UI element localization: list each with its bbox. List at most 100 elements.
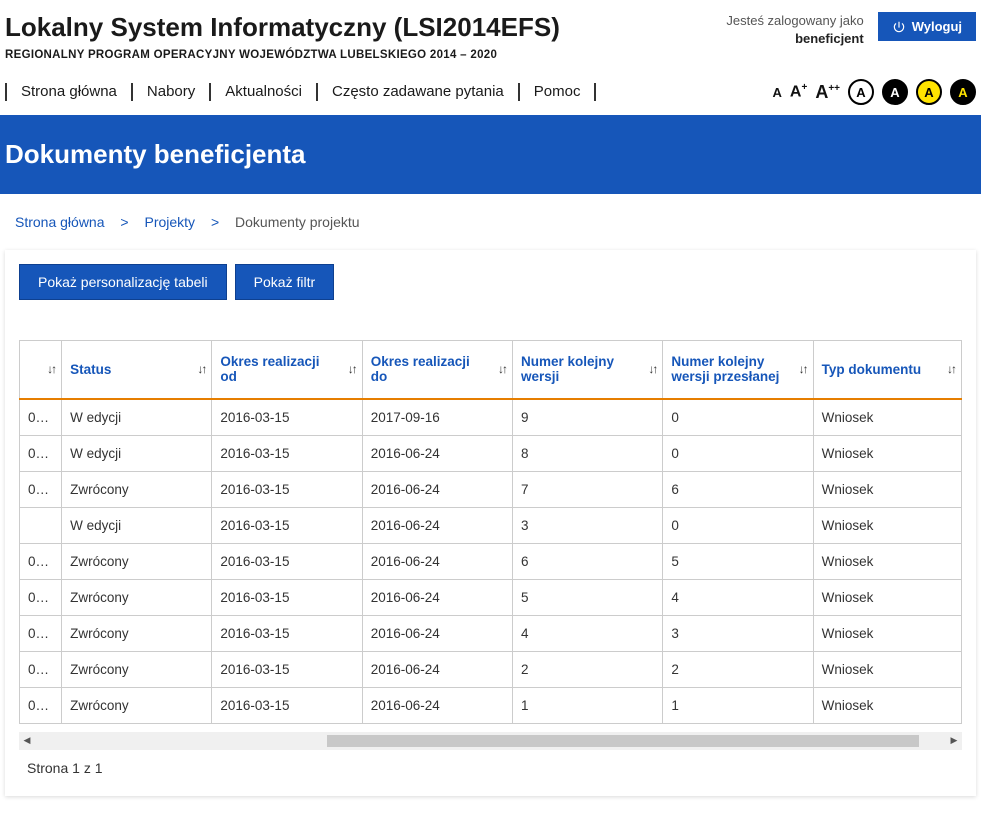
table-cell: 5 bbox=[513, 579, 663, 615]
table-cell: 010... bbox=[20, 687, 62, 723]
content-box: Pokaż personalizację tabeli Pokaż filtr … bbox=[5, 250, 976, 796]
table-cell: 9 bbox=[513, 399, 663, 436]
logged-in-label: Jesteś zalogowany jako bbox=[726, 13, 863, 28]
nav-pomoc[interactable]: Pomoc bbox=[518, 83, 597, 101]
col-header-do[interactable]: Okres realizacji do↓↑ bbox=[362, 341, 512, 399]
scroll-left-icon[interactable]: ◀ bbox=[19, 733, 35, 749]
table-cell: 0 bbox=[663, 399, 813, 436]
user-role: beneficjent bbox=[795, 31, 864, 46]
font-size-normal[interactable]: A bbox=[773, 85, 782, 100]
horizontal-scrollbar[interactable]: ◀ ▶ bbox=[19, 732, 962, 750]
col-header-nkwp[interactable]: Numer kolejny wersji przesłanej↓↑ bbox=[663, 341, 813, 399]
table-cell: 2016-06-24 bbox=[362, 435, 512, 471]
table-cell: 2016-03-15 bbox=[212, 687, 362, 723]
breadcrumb-sep: > bbox=[120, 214, 128, 230]
table-cell: W edycji bbox=[62, 435, 212, 471]
table-cell: 2016-06-24 bbox=[362, 687, 512, 723]
table-row[interactable]: 010...W edycji2016-03-152016-06-2480Wnio… bbox=[20, 435, 962, 471]
table-cell: 2016-03-15 bbox=[212, 471, 362, 507]
table-row[interactable]: 010...Zwrócony2016-03-152016-06-2443Wnio… bbox=[20, 615, 962, 651]
table-cell: 2 bbox=[513, 651, 663, 687]
table-cell: Zwrócony bbox=[62, 651, 212, 687]
table-cell: 3 bbox=[663, 615, 813, 651]
table-cell: 3 bbox=[513, 507, 663, 543]
table-cell: Wniosek bbox=[813, 543, 961, 579]
font-size-large[interactable]: A+ bbox=[790, 82, 807, 101]
col-header-typ[interactable]: Typ dokumentu↓↑ bbox=[813, 341, 961, 399]
table-cell: 2016-06-24 bbox=[362, 471, 512, 507]
nav-nabory[interactable]: Nabory bbox=[131, 83, 209, 101]
nav-home[interactable]: Strona główna bbox=[5, 83, 131, 101]
table-cell: 010... bbox=[20, 651, 62, 687]
table-row[interactable]: 010...Zwrócony2016-03-152016-06-2411Wnio… bbox=[20, 687, 962, 723]
table-cell: 010... bbox=[20, 615, 62, 651]
table-cell: Zwrócony bbox=[62, 579, 212, 615]
col-header-od[interactable]: Okres realizacji od↓↑ bbox=[212, 341, 362, 399]
scroll-track[interactable] bbox=[35, 733, 946, 749]
table-cell: 2016-03-15 bbox=[212, 543, 362, 579]
table-cell: 2016-03-15 bbox=[212, 435, 362, 471]
table-cell: Zwrócony bbox=[62, 687, 212, 723]
site-title: Lokalny System Informatyczny (LSI2014EFS… bbox=[5, 12, 560, 43]
table-cell: Wniosek bbox=[813, 615, 961, 651]
breadcrumb-home[interactable]: Strona główna bbox=[15, 214, 105, 230]
table-cell: 2016-03-15 bbox=[212, 399, 362, 436]
table-row[interactable]: 010...Zwrócony2016-03-152016-06-2476Wnio… bbox=[20, 471, 962, 507]
personalize-table-button[interactable]: Pokaż personalizację tabeli bbox=[19, 264, 227, 300]
contrast-black[interactable]: A bbox=[882, 79, 908, 105]
table-row[interactable]: 010...Zwrócony2016-03-152016-06-2422Wnio… bbox=[20, 651, 962, 687]
contrast-normal[interactable]: A bbox=[848, 79, 874, 105]
breadcrumb-sep: > bbox=[211, 214, 219, 230]
contrast-dark-yellow[interactable]: A bbox=[950, 79, 976, 105]
table-cell: 0 bbox=[663, 435, 813, 471]
font-size-xlarge[interactable]: A++ bbox=[815, 82, 840, 103]
accessibility-tools: A A+ A++ A A A A bbox=[773, 79, 976, 105]
table-row[interactable]: 010...Zwrócony2016-03-152016-06-2465Wnio… bbox=[20, 543, 962, 579]
breadcrumb-projects[interactable]: Projekty bbox=[144, 214, 195, 230]
table-cell: 2016-03-15 bbox=[212, 579, 362, 615]
table-cell bbox=[20, 507, 62, 543]
nav-faq[interactable]: Często zadawane pytania bbox=[316, 83, 518, 101]
logout-button[interactable]: Wyloguj bbox=[878, 12, 976, 41]
breadcrumb: Strona główna > Projekty > Dokumenty pro… bbox=[0, 194, 981, 250]
table-cell: Wniosek bbox=[813, 579, 961, 615]
table-cell: 2016-03-15 bbox=[212, 651, 362, 687]
col-header-nkw[interactable]: Numer kolejny wersji↓↑ bbox=[513, 341, 663, 399]
table-cell: W edycji bbox=[62, 399, 212, 436]
table-row[interactable]: W edycji2016-03-152016-06-2430Wniosek bbox=[20, 507, 962, 543]
contrast-yellow[interactable]: A bbox=[916, 79, 942, 105]
sort-icon: ↓↑ bbox=[947, 362, 955, 376]
table-cell: 2016-06-24 bbox=[362, 543, 512, 579]
documents-table: ↓↑ Status↓↑ Okres realizacji od↓↑ Okres … bbox=[19, 340, 962, 724]
table-cell: 2 bbox=[663, 651, 813, 687]
scroll-thumb[interactable] bbox=[327, 735, 919, 747]
table-row[interactable]: 010...W edycji2016-03-152017-09-1690Wnio… bbox=[20, 399, 962, 436]
table-cell: 2017-09-16 bbox=[362, 399, 512, 436]
table-cell: 2016-06-24 bbox=[362, 579, 512, 615]
table-cell: 8 bbox=[513, 435, 663, 471]
nav-aktualnosci[interactable]: Aktualności bbox=[209, 83, 316, 101]
table-row[interactable]: 010...Zwrócony2016-03-152016-06-2454Wnio… bbox=[20, 579, 962, 615]
table-cell: 4 bbox=[513, 615, 663, 651]
table-cell: Wniosek bbox=[813, 651, 961, 687]
col-header-status[interactable]: Status↓↑ bbox=[62, 341, 212, 399]
table-cell: Wniosek bbox=[813, 687, 961, 723]
col-header-id[interactable]: ↓↑ bbox=[20, 341, 62, 399]
table-cell: 2016-06-24 bbox=[362, 507, 512, 543]
scroll-right-icon[interactable]: ▶ bbox=[946, 733, 962, 749]
table-cell: 010... bbox=[20, 399, 62, 436]
table-cell: 0 bbox=[663, 507, 813, 543]
table-wrap: ↓↑ Status↓↑ Okres realizacji od↓↑ Okres … bbox=[19, 340, 962, 724]
show-filter-button[interactable]: Pokaż filtr bbox=[235, 264, 334, 300]
table-cell: 2016-06-24 bbox=[362, 651, 512, 687]
login-status: Jesteś zalogowany jako beneficjent bbox=[726, 12, 863, 48]
main-nav: Strona główna Nabory Aktualności Często … bbox=[5, 83, 596, 101]
table-cell: 2016-06-24 bbox=[362, 615, 512, 651]
power-icon bbox=[892, 20, 906, 34]
page-title-bar: Dokumenty beneficjenta bbox=[0, 115, 981, 194]
table-cell: 7 bbox=[513, 471, 663, 507]
sort-icon: ↓↑ bbox=[648, 362, 656, 376]
sort-icon: ↓↑ bbox=[348, 362, 356, 376]
table-cell: W edycji bbox=[62, 507, 212, 543]
table-cell: 010... bbox=[20, 579, 62, 615]
